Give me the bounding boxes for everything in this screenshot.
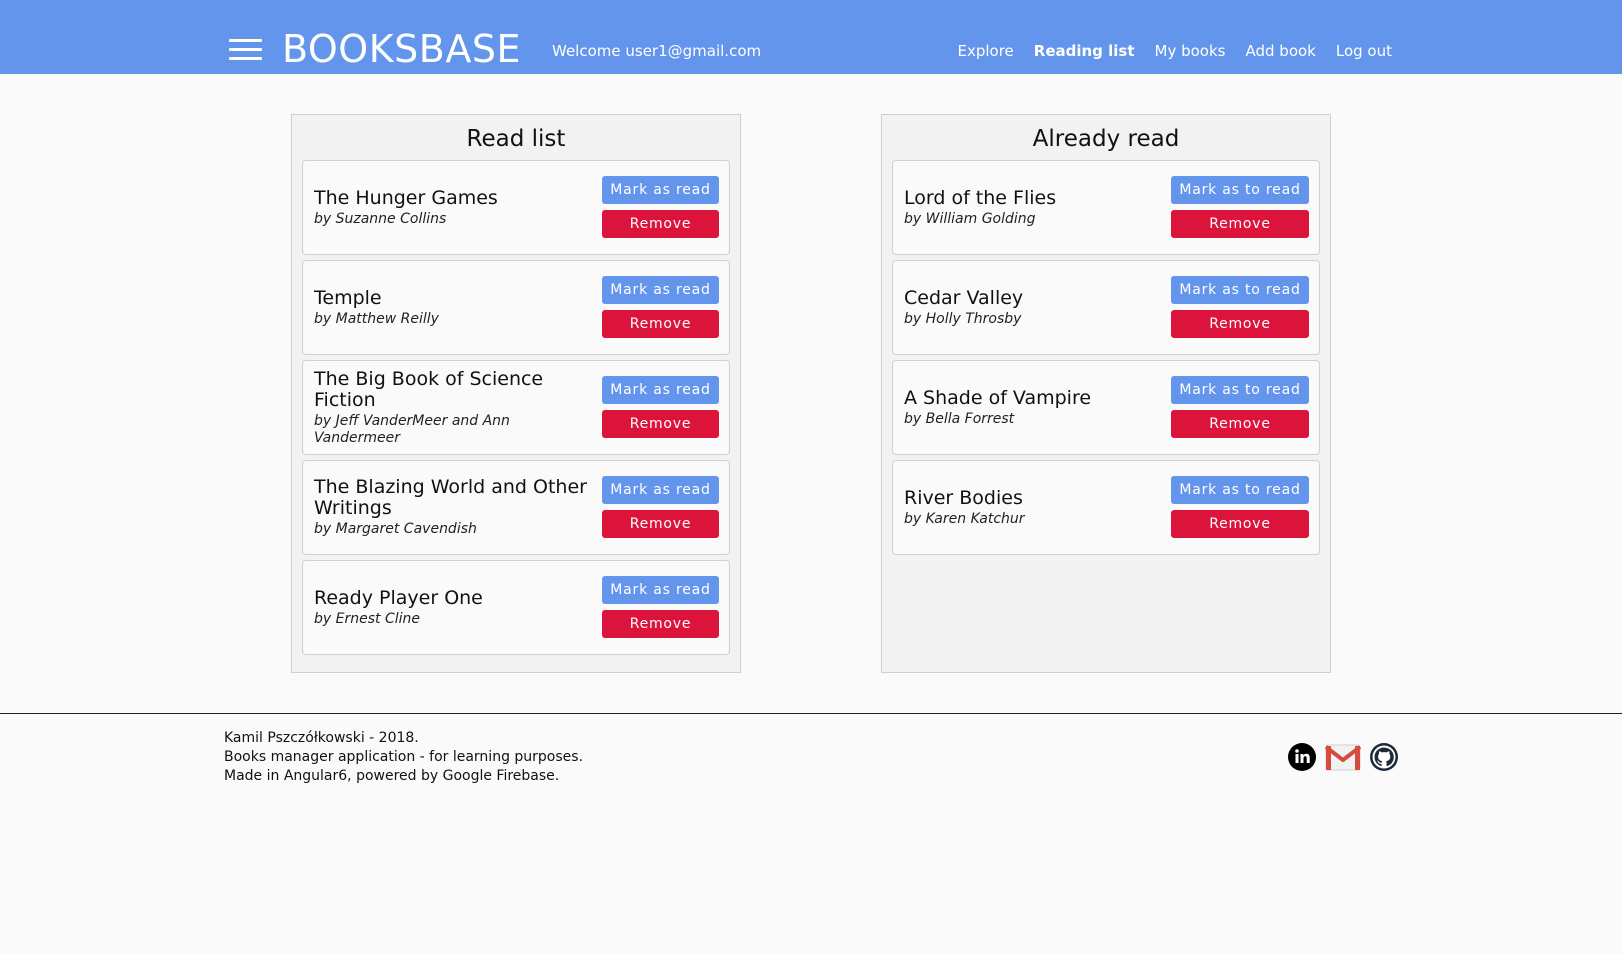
book-author: by Jeff VanderMeer and Ann Vandermeer [314,412,510,446]
gmail-icon[interactable] [1325,742,1361,772]
mark-as-to-read-button[interactable]: Mark as to read [1171,376,1309,404]
mark-as-read-button[interactable]: Mark as read [602,476,719,504]
footer-author-line: Kamil Pszczółkowski - 2018. [224,730,419,746]
book-author: by Holly Throsby [904,310,1022,327]
footer-purpose-line: Books manager application - for learning… [224,749,584,765]
footer-tech-line: Made in Angular6, powered by Google Fire… [224,768,560,784]
nav-add-book[interactable]: Add book [1245,41,1315,61]
book-author: by Karen Katchur [904,510,1025,527]
book-title: The Hunger Games [314,186,498,209]
remove-button[interactable]: Remove [1171,310,1309,338]
nav-reading-list[interactable]: Reading list [1034,41,1135,61]
book-author: by Matthew Reilly [314,310,439,327]
nav-my-books[interactable]: My books [1155,41,1226,61]
book-author: by Margaret Cavendish [314,521,477,537]
book-author: by Ernest Cline [314,610,420,627]
mark-as-read-button[interactable]: Mark as read [602,376,719,404]
already-read-title: Already read [1032,126,1180,152]
remove-button[interactable]: Remove [602,610,719,638]
read-list-title: Read list [466,126,566,152]
mark-as-read-button[interactable]: Mark as read [602,276,719,304]
linkedin-icon[interactable] [1287,742,1317,772]
book-title: Temple [314,286,382,309]
mark-as-read-button[interactable]: Mark as read [602,176,719,204]
remove-button[interactable]: Remove [1171,510,1309,538]
remove-button[interactable]: Remove [1171,410,1309,438]
footer-info: Kamil Pszczółkowski - 2018. Books manage… [224,729,583,786]
remove-button[interactable]: Remove [602,310,719,338]
github-icon[interactable] [1369,742,1399,772]
mark-as-to-read-button[interactable]: Mark as to read [1171,176,1309,204]
book-card: Cedar Valley by Holly Throsby Mark as to… [892,260,1320,355]
book-author: by William Golding [904,210,1036,227]
main-nav: Explore Reading list My books Add book L… [957,41,1392,61]
welcome-text: Welcome user1@gmail.com [552,42,762,60]
already-read-panel: Already read Lord of the Flies by Willia… [881,114,1331,673]
book-author: by Bella Forrest [904,410,1015,427]
app-logo[interactable]: BOOKSBASE [282,26,521,72]
mark-as-to-read-button[interactable]: Mark as to read [1171,276,1309,304]
mark-as-to-read-button[interactable]: Mark as to read [1171,476,1309,504]
hamburger-menu-icon[interactable] [229,39,262,61]
remove-button[interactable]: Remove [1171,210,1309,238]
book-title: The Big Book of Science Fiction [314,367,544,411]
book-title: River Bodies [904,486,1023,509]
nav-log-out[interactable]: Log out [1336,41,1392,61]
book-title: Cedar Valley [904,286,1024,309]
book-title: Lord of the Flies [904,186,1057,209]
book-card: Temple by Matthew Reilly Mark as read Re… [302,260,730,355]
book-title: A Shade of Vampire [904,386,1092,409]
top-navbar: BOOKSBASE Welcome user1@gmail.com Explor… [0,0,1622,74]
book-author: by Suzanne Collins [314,210,447,227]
footer-divider [0,713,1622,714]
remove-button[interactable]: Remove [602,210,719,238]
book-title: Ready Player One [314,586,483,609]
social-links [1287,742,1399,772]
book-card: The Blazing World and Other Writings by … [302,460,730,555]
book-card: Ready Player One by Ernest Cline Mark as… [302,560,730,655]
nav-explore[interactable]: Explore [957,41,1013,61]
remove-button[interactable]: Remove [602,410,719,438]
mark-as-read-button[interactable]: Mark as read [602,576,719,604]
remove-button[interactable]: Remove [602,510,719,538]
book-card: River Bodies by Karen Katchur Mark as to… [892,460,1320,555]
book-card: A Shade of Vampire by Bella Forrest Mark… [892,360,1320,455]
read-list-panel: Read list The Hunger Games by Suzanne Co… [291,114,741,673]
book-title: The Blazing World and Other Writings [314,476,587,519]
book-card: Lord of the Flies by William Golding Mar… [892,160,1320,255]
book-card: The Big Book of Science Fiction by Jeff … [302,360,730,455]
book-card: The Hunger Games by Suzanne Collins Mark… [302,160,730,255]
